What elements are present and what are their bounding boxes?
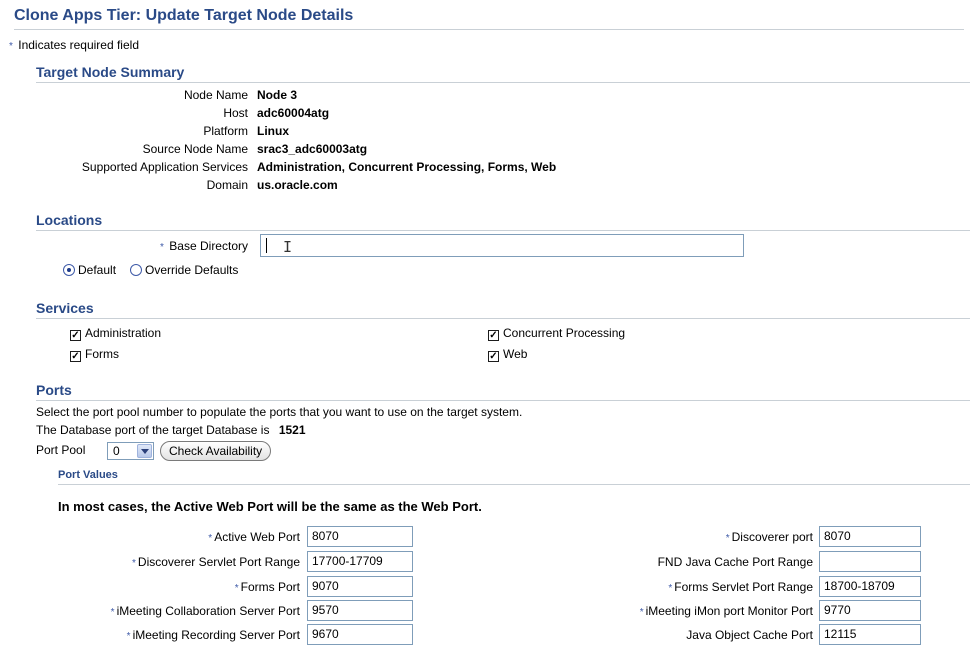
port-values-heading: Port Values: [58, 469, 970, 485]
service-checkbox-administration[interactable]: ✓ Administration: [70, 326, 161, 341]
summary-label: Source Node Name: [142, 142, 248, 156]
text-caret: [266, 238, 267, 253]
db-port-line: The Database port of the target Database…: [36, 423, 306, 437]
summary-label: Host: [223, 106, 248, 120]
radio-unselected-icon[interactable]: [130, 264, 142, 276]
summary-label: Node Name: [183, 88, 248, 102]
port-label-text: Java Object Cache Port: [686, 628, 813, 642]
summary-value: us.oracle.com: [257, 178, 338, 192]
required-icon: *: [126, 631, 131, 642]
services-heading: Services: [36, 300, 970, 319]
imeeting-collaboration-server-port-input[interactable]: 9570: [307, 600, 413, 621]
db-port-value: 1521: [278, 423, 306, 437]
radio-selected-icon[interactable]: [63, 264, 75, 276]
locations-heading: Locations: [36, 212, 970, 231]
required-icon: *: [639, 607, 644, 618]
service-label: Web: [503, 347, 528, 361]
port-pool-value: 0: [113, 444, 120, 458]
port-label: * Forms Port: [235, 580, 300, 594]
port-label: * iMeeting iMon port Monitor Port: [640, 604, 813, 618]
service-checkbox-concurrent-processing[interactable]: ✓ Concurrent Processing: [488, 326, 625, 341]
port-values-note: In most cases, the Active Web Port will …: [58, 499, 482, 514]
checkbox-checked-icon[interactable]: ✓: [70, 351, 81, 362]
required-icon: *: [668, 583, 673, 594]
checkbox-checked-icon[interactable]: ✓: [488, 351, 499, 362]
checkbox-checked-icon[interactable]: ✓: [70, 330, 81, 341]
port-label: Java Object Cache Port: [686, 628, 813, 642]
required-icon: *: [208, 533, 213, 544]
ports-heading: Ports: [36, 382, 970, 401]
port-label-text: Discoverer Servlet Port Range: [137, 555, 300, 569]
java-object-cache-port-input[interactable]: 12115: [819, 624, 921, 645]
required-icon: *: [110, 607, 115, 618]
port-label-text: iMeeting Recording Server Port: [132, 628, 300, 642]
port-label-text: FND Java Cache Port Range: [657, 555, 813, 569]
checkbox-checked-icon[interactable]: ✓: [488, 330, 499, 341]
port-label: * Discoverer port: [726, 530, 813, 544]
summary-value: Linux: [257, 124, 289, 138]
service-label: Forms: [85, 347, 119, 361]
port-label-text: Forms Servlet Port Range: [674, 580, 813, 594]
port-label-text: Forms Port: [240, 580, 300, 594]
port-label: * iMeeting Recording Server Port: [127, 628, 300, 642]
check-availability-button[interactable]: Check Availability: [160, 441, 272, 461]
required-icon: *: [9, 41, 13, 52]
summary-label: Domain: [206, 178, 248, 192]
required-icon: *: [725, 533, 730, 544]
required-icon: *: [160, 242, 164, 253]
chevron-down-icon[interactable]: [137, 444, 152, 458]
target-node-summary-heading: Target Node Summary: [36, 64, 970, 83]
summary-value: srac3_adc60003atg: [257, 142, 368, 156]
required-icon: *: [234, 583, 239, 594]
imeeting-recording-server-port-input[interactable]: 9670: [307, 624, 413, 645]
service-label: Administration: [85, 326, 162, 340]
discoverer-servlet-port-range-input[interactable]: 17700-17709: [307, 551, 413, 572]
port-pool-select[interactable]: 0: [107, 442, 154, 460]
required-note-text: Indicates required field: [18, 38, 139, 52]
ports-instruction: Select the port pool number to populate …: [36, 405, 523, 419]
radio-override-option[interactable]: Override Defaults: [130, 263, 238, 277]
port-pool-label: Port Pool: [36, 443, 86, 457]
forms-port-input[interactable]: 9070: [307, 576, 413, 597]
required-icon: *: [132, 558, 136, 569]
port-label: * Forms Servlet Port Range: [668, 580, 813, 594]
imeeting-imon-port-monitor-port-input[interactable]: 9770: [819, 600, 921, 621]
radio-override-label: Override Defaults: [145, 263, 239, 277]
port-label-text: iMeeting iMon port Monitor Port: [645, 604, 813, 618]
service-label: Concurrent Processing: [503, 326, 626, 340]
port-label: FND Java Cache Port Range: [658, 555, 813, 569]
port-label: * Discoverer Servlet Port Range: [132, 555, 300, 569]
base-directory-label: * Base Directory: [160, 239, 248, 253]
port-label-text: iMeeting Collaboration Server Port: [116, 604, 300, 618]
fnd-java-cache-port-range-input[interactable]: [819, 551, 921, 572]
summary-label: Platform: [203, 124, 248, 138]
radio-default-label: Default: [78, 263, 117, 277]
text-cursor-icon: I: [283, 238, 293, 256]
port-label-text: Discoverer port: [731, 530, 813, 544]
port-label: * Active Web Port: [208, 530, 300, 544]
summary-value: Administration, Concurrent Processing, F…: [257, 160, 557, 174]
summary-label: Supported Application Services: [81, 160, 248, 174]
port-label-text: Active Web Port: [214, 530, 300, 544]
active-web-port-input[interactable]: 8070: [307, 526, 413, 547]
port-label: * iMeeting Collaboration Server Port: [111, 604, 300, 618]
base-directory-label-text: Base Directory: [169, 239, 248, 253]
summary-value: adc60004atg: [257, 106, 330, 120]
required-note: * Indicates required field: [9, 38, 139, 52]
forms-servlet-port-range-input[interactable]: 18700-18709: [819, 576, 921, 597]
service-checkbox-web[interactable]: ✓ Web: [488, 347, 527, 362]
db-port-label: The Database port of the target Database…: [36, 423, 270, 437]
discoverer-port-input[interactable]: 8070: [819, 526, 921, 547]
page-title: Clone Apps Tier: Update Target Node Deta…: [14, 7, 964, 30]
service-checkbox-forms[interactable]: ✓ Forms: [70, 347, 119, 362]
base-directory-input[interactable]: I: [260, 234, 744, 257]
radio-default-option[interactable]: Default: [63, 263, 116, 277]
summary-value: Node 3: [257, 88, 298, 102]
